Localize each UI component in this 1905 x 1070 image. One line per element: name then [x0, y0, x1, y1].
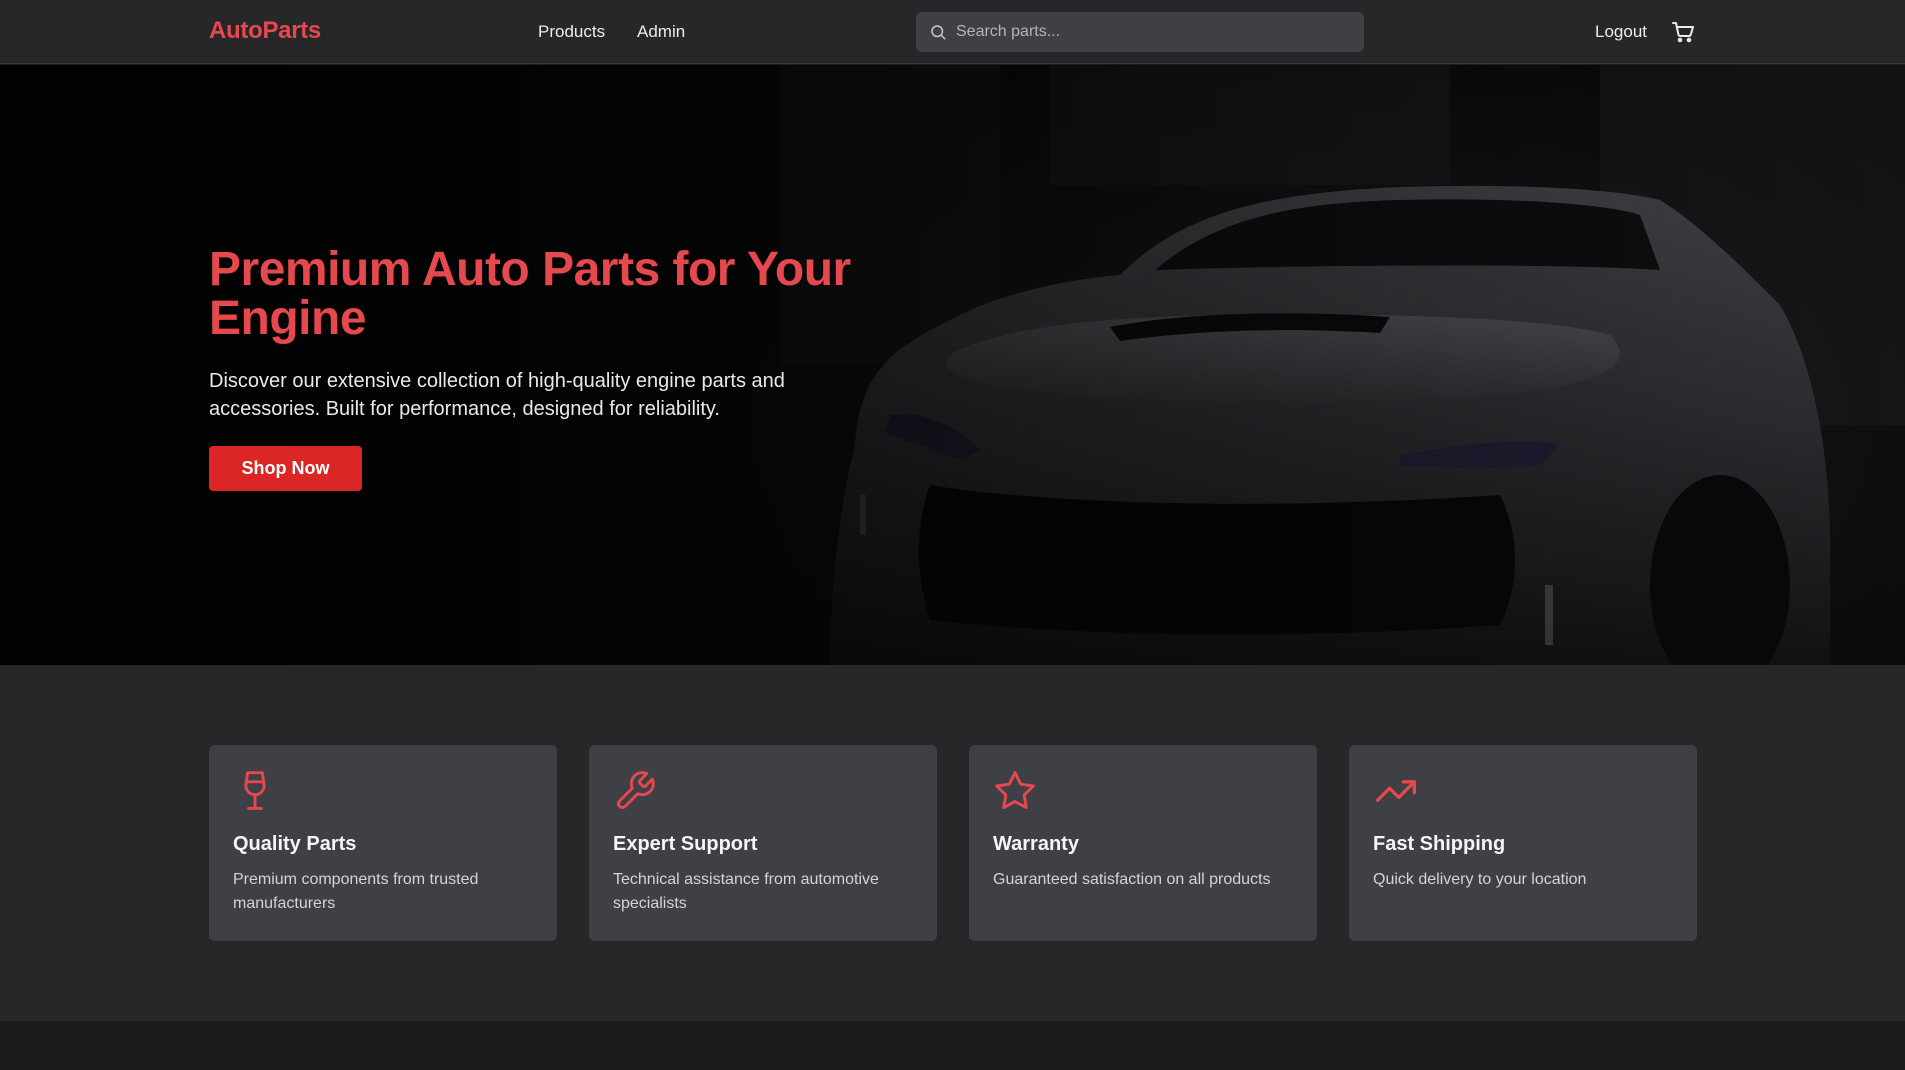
logout-button[interactable]: Logout [1595, 22, 1647, 42]
top-navbar: AutoParts Products Admin Logout [0, 0, 1905, 64]
feature-description: Premium components from trusted manufact… [233, 871, 479, 912]
search-box [916, 12, 1364, 52]
feature-card-fast-shipping: Fast Shipping Quick delivery to your loc… [1349, 745, 1697, 941]
footer-area [0, 1021, 1905, 1070]
nav-admin-link[interactable]: Admin [637, 22, 685, 42]
hero-subtitle: Discover our extensive collection of hig… [209, 370, 785, 420]
search-input[interactable] [956, 12, 1356, 52]
cart-button[interactable] [1671, 20, 1695, 49]
hero-section: Premium Auto Parts for Your Engine Disco… [0, 65, 1905, 665]
wine-glass-icon [244, 771, 266, 810]
feature-card-quality-parts: Quality Parts Premium components from tr… [209, 745, 557, 941]
search-icon [931, 25, 946, 40]
feature-description: Quick delivery to your location [1373, 871, 1587, 888]
feature-description: Technical assistance from automotive spe… [613, 871, 879, 912]
feature-title: Warranty [993, 833, 1079, 855]
feature-card-warranty: Warranty Guaranteed satisfaction on all … [969, 745, 1317, 941]
star-icon [995, 771, 1035, 810]
shop-now-button[interactable]: Shop Now [209, 446, 362, 491]
hero-car-image [0, 65, 1905, 665]
feature-card-expert-support: Expert Support Technical assistance from… [589, 745, 937, 941]
brand-logo[interactable]: AutoParts [209, 17, 321, 45]
hero-title: Premium Auto Parts for Your Engine [209, 243, 851, 345]
shopping-cart-icon [1672, 22, 1694, 43]
wrench-icon [617, 771, 655, 809]
feature-description: Guaranteed satisfaction on all products [993, 871, 1271, 888]
features-section: Quality Parts Premium components from tr… [0, 665, 1905, 1021]
feature-title: Quality Parts [233, 833, 357, 855]
nav-products-link[interactable]: Products [538, 22, 605, 42]
feature-title: Expert Support [613, 833, 758, 855]
trending-up-icon [1376, 780, 1416, 802]
feature-title: Fast Shipping [1373, 833, 1506, 855]
